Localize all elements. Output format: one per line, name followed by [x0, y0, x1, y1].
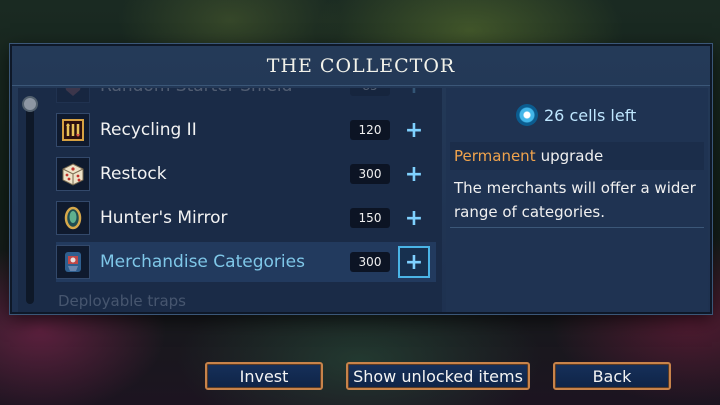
- list-item-merchandise-categories[interactable]: Merchandise Categories 300 +: [56, 242, 436, 282]
- merchant-icon: [56, 245, 90, 279]
- list-item-label: Recycling II: [100, 120, 197, 140]
- upgrade-suffix: upgrade: [540, 147, 604, 165]
- mirror-icon: [56, 201, 90, 235]
- upgrade-list[interactable]: Random Starter Shield 85 + Recycling II …: [18, 88, 442, 312]
- plus-icon[interactable]: +: [398, 114, 430, 146]
- cell-icon: [516, 104, 538, 126]
- plus-icon[interactable]: +: [398, 158, 430, 190]
- cost-badge: 150: [350, 208, 390, 228]
- plus-icon[interactable]: +: [398, 246, 430, 278]
- plus-icon[interactable]: +: [398, 88, 430, 102]
- list-item-hunters-mirror[interactable]: Hunter's Mirror 150 +: [56, 198, 436, 238]
- cost-badge: 300: [350, 252, 390, 272]
- category-header: Deployable traps: [58, 292, 186, 310]
- scrollbar-track[interactable]: [26, 96, 34, 304]
- cost-badge: 85: [350, 88, 390, 96]
- cells-counter: 26 cells left: [516, 104, 636, 126]
- list-item-label: Random Starter Shield: [100, 88, 350, 96]
- panel-title: THE COLLECTOR: [266, 54, 456, 77]
- scrollbar-thumb[interactable]: [22, 96, 38, 112]
- invest-button[interactable]: Invest: [205, 362, 323, 390]
- upgrade-type: Permanent upgrade: [450, 142, 704, 170]
- back-button[interactable]: Back: [553, 362, 671, 390]
- list-item-label: Merchandise Categories: [100, 252, 305, 272]
- list-item-restock[interactable]: Restock 300 +: [56, 154, 436, 194]
- dice-icon: [56, 157, 90, 191]
- title-bar: THE COLLECTOR: [12, 46, 710, 86]
- cost-badge: 300: [350, 164, 390, 184]
- detail-panel: 26 cells left Permanent upgrade The merc…: [446, 88, 708, 312]
- list-item-recycling-ii[interactable]: Recycling II 120 +: [56, 110, 436, 150]
- list-item-label: Hunter's Mirror: [100, 208, 228, 228]
- recycling-icon: [56, 113, 90, 147]
- cost-badge: 120: [350, 120, 390, 140]
- shield-icon: [56, 88, 90, 103]
- collector-panel: THE COLLECTOR Random Starter Shield 85 +: [10, 44, 712, 314]
- cells-left-text: 26 cells left: [544, 105, 637, 125]
- plus-icon[interactable]: +: [398, 202, 430, 234]
- upgrade-type-label: Permanent: [454, 147, 536, 165]
- list-item-label: Restock: [100, 164, 167, 184]
- upgrade-description: The merchants will offer a wider range o…: [450, 172, 704, 228]
- list-item-random-starter-shield[interactable]: Random Starter Shield 85 +: [56, 88, 436, 106]
- show-unlocked-button[interactable]: Show unlocked items: [346, 362, 530, 390]
